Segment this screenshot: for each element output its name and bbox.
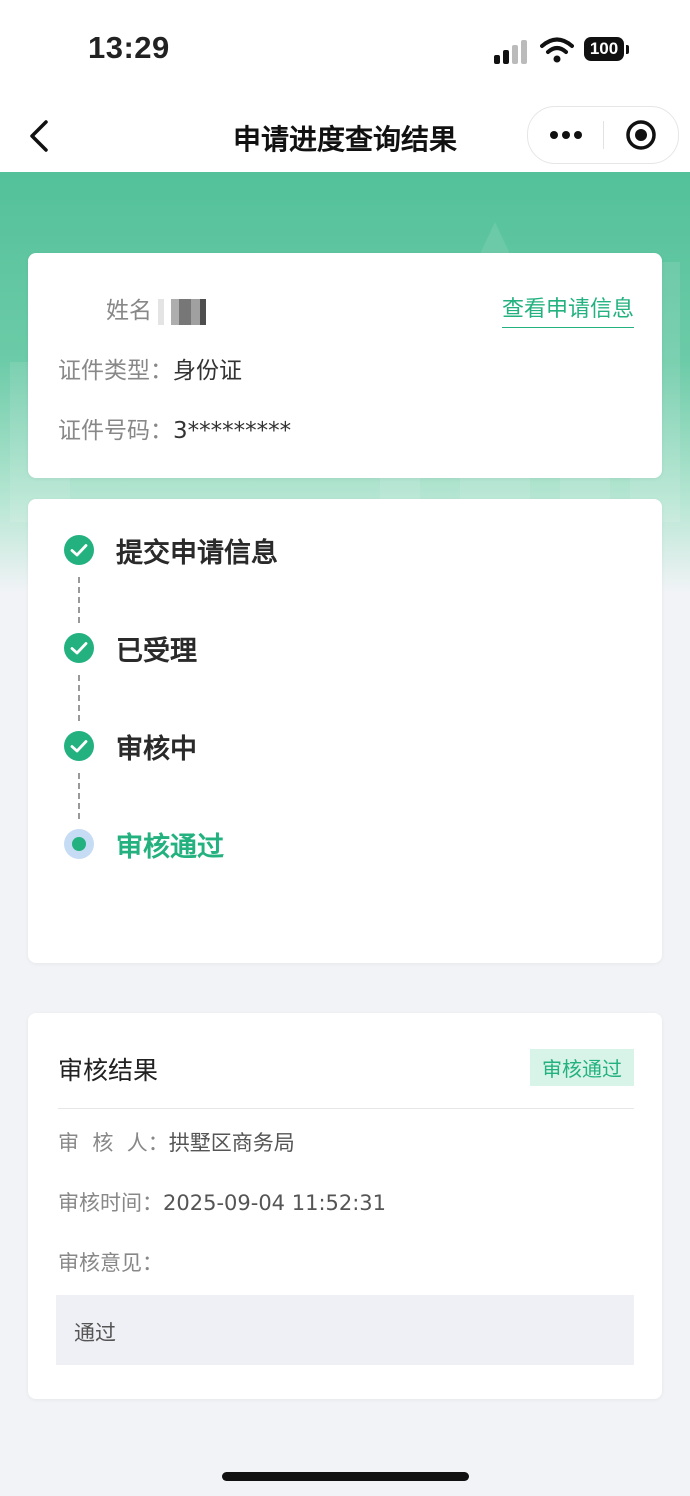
id-type-label: 证件类型： [58, 358, 173, 384]
name-label: 姓名 [106, 298, 152, 324]
review-time-row: 审核时间：2025-09-04 11:52:31 [58, 1187, 386, 1217]
opinion-value: 通过 [74, 1321, 116, 1345]
battery-level: 100 [584, 37, 624, 61]
id-number-value: 3********* [173, 418, 292, 444]
battery-icon: 100 [584, 37, 630, 63]
opinion-label: 审核意见： [58, 1251, 163, 1275]
current-step-dot-icon [64, 829, 94, 859]
check-circle-icon [64, 633, 94, 663]
nav-bar: 申请进度查询结果 [0, 100, 690, 172]
id-type-value: 身份证 [173, 358, 242, 384]
check-circle-icon [64, 535, 94, 565]
result-title: 审核结果 [58, 1056, 159, 1085]
applicant-info-card: 姓名 查看申请信息 证件类型：身份证 证件号码：3********* [28, 253, 662, 478]
signal-icon [494, 40, 530, 64]
home-indicator[interactable] [222, 1472, 469, 1481]
reviewer-row: 审 核 人：拱墅区商务局 [58, 1127, 295, 1157]
step-label: 已受理 [116, 636, 197, 667]
status-time: 13:29 [88, 30, 170, 65]
divider [58, 1108, 634, 1109]
mini-program-capsule [527, 106, 679, 164]
reviewer-label: 审 核 人： [58, 1131, 169, 1155]
target-icon[interactable] [625, 119, 657, 151]
progress-steps-card: 提交申请信息 已受理 审核中 审核通过 [28, 499, 662, 963]
check-circle-icon [64, 731, 94, 761]
review-result-card: 审核结果 审核通过 审 核 人：拱墅区商务局 审核时间：2025-09-04 1… [28, 1013, 662, 1399]
step-label: 审核中 [116, 734, 197, 765]
wifi-icon [540, 37, 574, 63]
id-number-row: 证件号码：3********* [58, 411, 291, 445]
step-label: 提交申请信息 [116, 538, 278, 569]
opinion-box: 通过 [56, 1295, 634, 1365]
view-application-link[interactable]: 查看申请信息 [501, 291, 634, 328]
review-time-label: 审核时间： [58, 1191, 163, 1215]
status-bar: 13:29 100 [0, 0, 690, 100]
name-row: 姓名 [106, 291, 218, 325]
step-label: 审核通过 [116, 832, 224, 863]
more-icon[interactable] [548, 121, 584, 149]
id-number-label: 证件号码： [58, 418, 173, 444]
status-badge: 审核通过 [530, 1049, 634, 1086]
id-type-row: 证件类型：身份证 [58, 351, 242, 385]
opinion-row: 审核意见： [58, 1247, 163, 1277]
redacted-name [158, 298, 218, 325]
review-time-value: 2025-09-04 11:52:31 [163, 1191, 387, 1215]
reviewer-value: 拱墅区商务局 [168, 1131, 295, 1155]
